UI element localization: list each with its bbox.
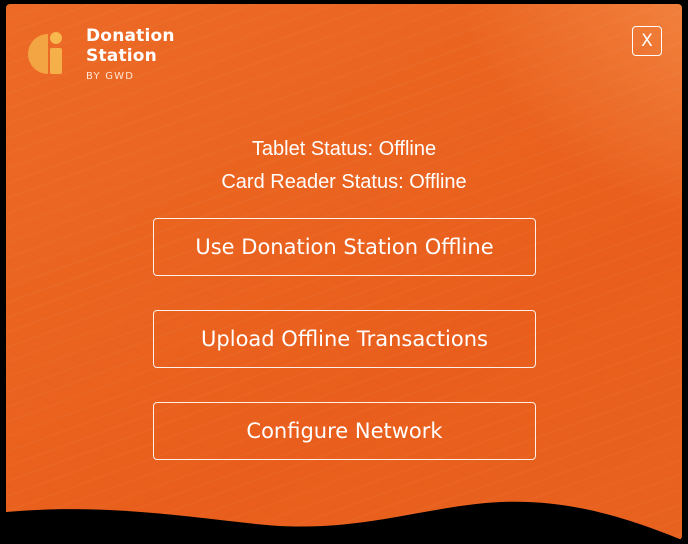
upload-transactions-button[interactable]: Upload Offline Transactions [153, 310, 536, 368]
card-reader-status: Card Reader Status: Offline [221, 171, 467, 193]
app-logo: Donation Station BY GWD [22, 26, 182, 86]
tablet-status: Tablet Status: Offline [251, 138, 437, 160]
logo-line-2: Station [86, 46, 157, 66]
configure-network-button[interactable]: Configure Network [153, 402, 536, 460]
logo-byline: BY GWD [86, 71, 135, 82]
logo-line-1: Donation [86, 26, 175, 46]
logo-text: Donation Station BY GWD [86, 26, 175, 82]
offline-dialog: Donation Station BY GWD X Tablet Status:… [6, 4, 682, 540]
use-offline-button[interactable]: Use Donation Station Offline [153, 218, 536, 276]
close-button[interactable]: X [632, 26, 662, 56]
donation-station-logo-icon [22, 28, 74, 80]
